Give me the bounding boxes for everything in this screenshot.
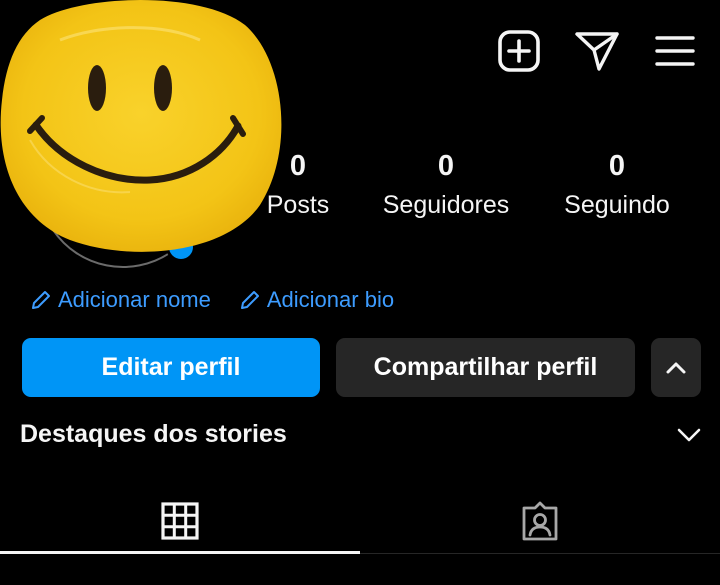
add-post-icon[interactable] xyxy=(496,28,542,74)
bio-links: Adicionar nome Adicionar bio xyxy=(30,287,394,313)
stat-following-label: Seguindo xyxy=(564,191,670,219)
add-name-label: Adicionar nome xyxy=(58,287,211,312)
tab-tagged[interactable] xyxy=(360,488,720,554)
stat-following-count: 0 xyxy=(608,150,626,182)
stat-followers[interactable]: 0 Seguidores xyxy=(366,150,526,220)
menu-icon[interactable] xyxy=(652,28,698,74)
tab-posts-grid[interactable] xyxy=(0,488,360,554)
tab-divider xyxy=(360,553,720,554)
share-profile-button[interactable]: Compartilhar perfil xyxy=(336,338,635,397)
stat-followers-count: 0 xyxy=(437,150,455,182)
profile-tabs xyxy=(0,488,720,556)
top-icon-bar xyxy=(496,28,698,74)
add-bio-label: Adicionar bio xyxy=(266,287,395,312)
suggestions-toggle-button[interactable] xyxy=(651,338,701,397)
pencil-icon xyxy=(32,291,50,309)
stat-posts-count: 0 xyxy=(289,150,307,182)
grid-icon xyxy=(161,502,199,540)
profile-actions: Editar perfil Compartilhar perfil xyxy=(22,338,701,397)
chevron-down-icon[interactable] xyxy=(676,427,702,443)
edit-profile-button[interactable]: Editar perfil xyxy=(22,338,320,397)
pencil-icon xyxy=(240,291,259,309)
highlights-title: Destaques dos stories xyxy=(20,420,287,448)
active-tab-indicator xyxy=(0,551,360,554)
chevron-up-icon xyxy=(666,362,686,373)
stat-followers-label: Seguidores xyxy=(382,191,510,219)
avatar[interactable] xyxy=(0,0,290,275)
stat-posts-label: Posts xyxy=(266,191,330,219)
stat-following[interactable]: 0 Seguindo xyxy=(550,150,684,220)
add-bio-link[interactable]: Adicionar bio xyxy=(239,287,394,313)
tagged-person-icon xyxy=(522,501,558,541)
smiley-face-sticker xyxy=(0,0,282,252)
stat-posts[interactable]: 0 Posts xyxy=(258,150,338,220)
add-name-link[interactable]: Adicionar nome xyxy=(30,287,211,313)
direct-message-icon[interactable] xyxy=(574,28,620,74)
story-highlights-header[interactable]: Destaques dos stories xyxy=(20,420,702,449)
